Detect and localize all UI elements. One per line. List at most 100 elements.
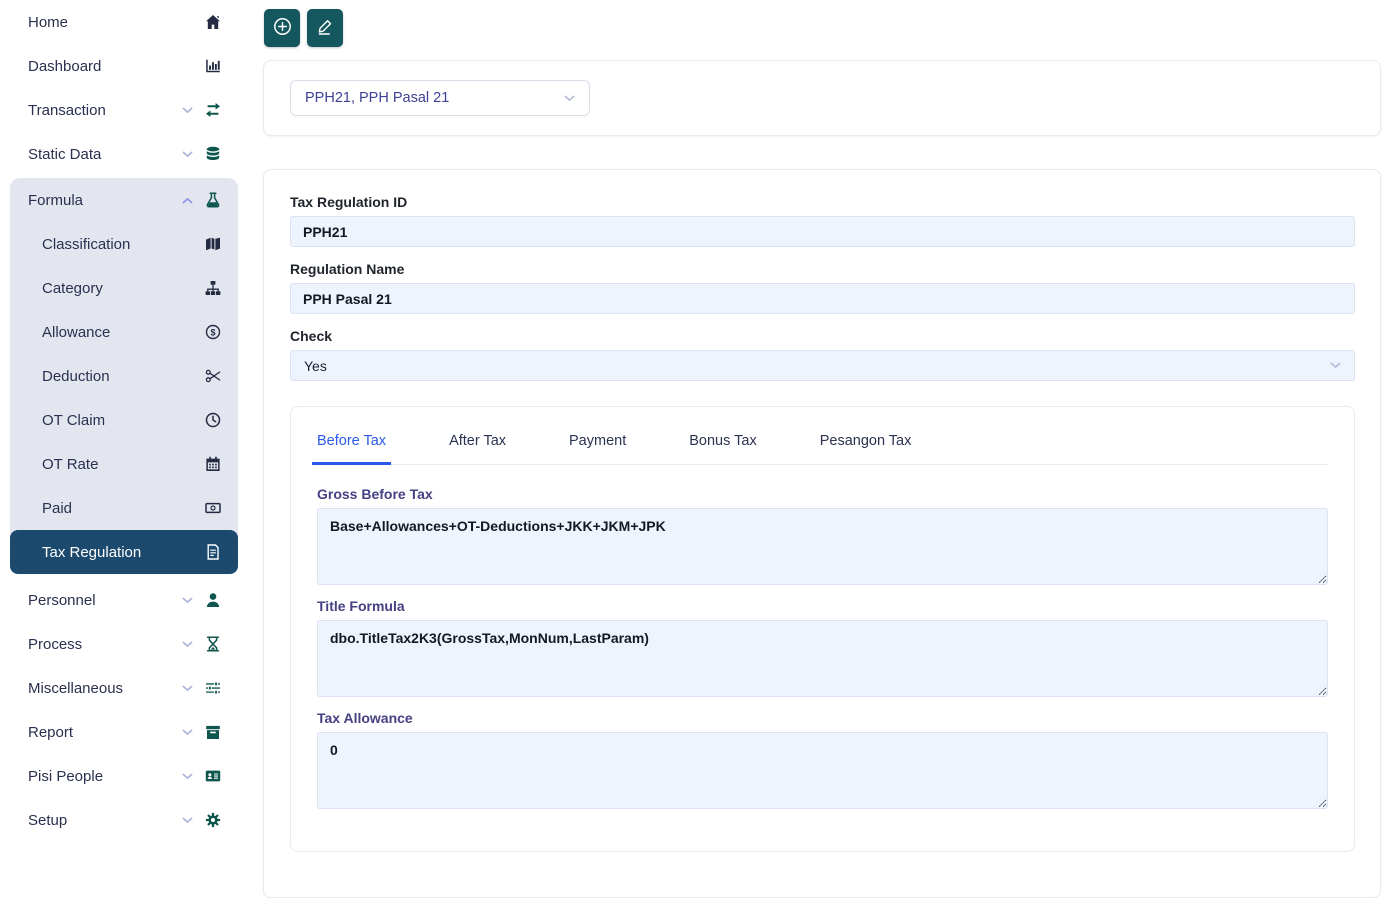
- sidebar-item-miscellaneous[interactable]: Miscellaneous: [0, 666, 247, 710]
- field-group-gross-before-tax: Gross Before Tax Base+Allowances+OT-Dedu…: [317, 486, 1328, 585]
- chevron-down-icon: [181, 773, 193, 780]
- sliders-icon: [204, 680, 221, 697]
- sidebar-item-label: Miscellaneous: [28, 680, 181, 697]
- edit-button[interactable]: [307, 9, 343, 47]
- gear-icon: [204, 812, 221, 829]
- sidebar-item-label: Static Data: [28, 146, 181, 163]
- id-card-icon: [204, 768, 221, 785]
- add-button[interactable]: [264, 9, 300, 47]
- tab-after-tax[interactable]: After Tax: [444, 427, 511, 465]
- sidebar-item-label: OT Claim: [42, 412, 204, 429]
- sidebar-item-deduction[interactable]: Deduction: [10, 354, 238, 398]
- check-select[interactable]: Yes: [290, 350, 1355, 381]
- database-icon: [204, 146, 221, 163]
- chevron-down-icon: [181, 641, 193, 648]
- svg-text:$: $: [210, 327, 215, 337]
- chevron-down-icon: [181, 729, 193, 736]
- plus-circle-icon: [273, 17, 292, 39]
- archive-box-icon: [204, 724, 221, 741]
- sidebar: Home Dashboard Transaction Static Data Form…: [0, 0, 247, 889]
- field-group-tax-allowance: Tax Allowance 0: [317, 710, 1328, 809]
- tax-allowance-textarea[interactable]: 0: [317, 732, 1328, 809]
- home-icon: [204, 14, 221, 31]
- user-icon: [204, 592, 221, 609]
- sidebar-item-label: Paid: [42, 500, 204, 517]
- check-label: Check: [290, 328, 1355, 344]
- tax-allowance-label: Tax Allowance: [317, 710, 1328, 726]
- regulation-name-input[interactable]: [290, 283, 1355, 314]
- sidebar-item-report[interactable]: Report: [0, 710, 247, 754]
- sidebar-item-label: Tax Regulation: [42, 544, 204, 561]
- sidebar-item-process[interactable]: Process: [0, 622, 247, 666]
- tab-bar: Before Tax After Tax Payment Bonus Tax Pesan…: [312, 427, 1328, 465]
- tax-regulation-select[interactable]: PPH21, PPH Pasal 21: [290, 80, 590, 116]
- sidebar-item-label: Pisi People: [28, 768, 181, 785]
- flask-icon: [204, 192, 221, 209]
- sidebar-item-label: Classification: [42, 236, 204, 253]
- title-formula-textarea[interactable]: dbo.TitleTax2K3(GrossTax,MonNum,LastPara…: [317, 620, 1328, 697]
- sidebar-item-paid[interactable]: Paid: [10, 486, 238, 530]
- sidebar-item-personnel[interactable]: Personnel: [0, 578, 247, 622]
- bar-chart-icon: [204, 58, 221, 75]
- title-formula-label: Title Formula: [317, 598, 1328, 614]
- tax-tabs-card: Before Tax After Tax Payment Bonus Tax Pesan…: [290, 406, 1355, 852]
- sidebar-item-home[interactable]: Home: [0, 0, 247, 44]
- sidebar-item-label: Setup: [28, 812, 181, 829]
- field-group-title-formula: Title Formula dbo.TitleTax2K3(GrossTax,M…: [317, 598, 1328, 697]
- toolbar: [264, 9, 1381, 47]
- sidebar-item-label: Category: [42, 280, 204, 297]
- gross-before-tax-label: Gross Before Tax: [317, 486, 1328, 502]
- sidebar-item-label: Dashboard: [28, 58, 204, 75]
- tab-pesangon-tax[interactable]: Pesangon Tax: [815, 427, 917, 465]
- calendar-icon: [204, 456, 221, 473]
- chevron-down-icon: [1330, 362, 1341, 369]
- sidebar-item-transaction[interactable]: Transaction: [0, 88, 247, 132]
- chevron-up-icon: [181, 197, 193, 204]
- chevron-down-icon: [181, 107, 193, 114]
- document-lines-icon: [204, 544, 221, 561]
- tab-before-tax[interactable]: Before Tax: [312, 427, 391, 465]
- sidebar-item-ot-rate[interactable]: OT Rate: [10, 442, 238, 486]
- main-content: PPH21, PPH Pasal 21 Tax Regulation ID Re…: [247, 0, 1390, 889]
- clock-icon: [204, 412, 221, 429]
- sidebar-item-allowance[interactable]: Allowance$: [10, 310, 238, 354]
- tab-payment[interactable]: Payment: [564, 427, 631, 465]
- sidebar-formula-group: Formula Classification Category Allowance$D…: [10, 178, 238, 574]
- chevron-down-icon: [181, 151, 193, 158]
- dollar-circle-icon: $: [204, 324, 221, 341]
- sidebar-item-category[interactable]: Category: [10, 266, 238, 310]
- sidebar-item-pisi-people[interactable]: Pisi People: [0, 754, 247, 798]
- check-select-value: Yes: [304, 358, 327, 374]
- sidebar-bottom-section: Personnel Process Miscellaneous Report Pisi …: [0, 578, 247, 842]
- tab-bonus-tax[interactable]: Bonus Tax: [684, 427, 761, 465]
- sidebar-item-dashboard[interactable]: Dashboard: [0, 44, 247, 88]
- sitemap-icon: [204, 280, 221, 297]
- sidebar-item-tax-regulation[interactable]: Tax Regulation: [10, 530, 238, 574]
- chevron-down-icon: [181, 685, 193, 692]
- scissors-icon: [204, 368, 221, 385]
- transfer-arrows-icon: [204, 102, 221, 119]
- sidebar-item-label: Personnel: [28, 592, 181, 609]
- gross-before-tax-textarea[interactable]: Base+Allowances+OT-Deductions+JKK+JKM+JP…: [317, 508, 1328, 585]
- field-group-tax-regulation-id: Tax Regulation ID: [290, 194, 1355, 247]
- money-bill-icon: [204, 500, 221, 517]
- field-group-check: Check Yes: [290, 328, 1355, 381]
- sidebar-top-section: Home Dashboard Transaction Static Data: [0, 0, 247, 176]
- sidebar-item-label: OT Rate: [42, 456, 204, 473]
- chevron-down-icon: [564, 95, 575, 102]
- map-icon: [204, 236, 221, 253]
- sidebar-item-label: Transaction: [28, 102, 181, 119]
- sidebar-item-formula[interactable]: Formula: [10, 178, 238, 222]
- chevron-down-icon: [181, 597, 193, 604]
- tax-regulation-id-input[interactable]: [290, 216, 1355, 247]
- sidebar-item-static-data[interactable]: Static Data: [0, 132, 247, 176]
- sidebar-item-ot-claim[interactable]: OT Claim: [10, 398, 238, 442]
- sidebar-item-label: Report: [28, 724, 181, 741]
- field-group-regulation-name: Regulation Name: [290, 261, 1355, 314]
- tax-regulation-id-label: Tax Regulation ID: [290, 194, 1355, 210]
- sidebar-item-label: Process: [28, 636, 181, 653]
- sidebar-item-setup[interactable]: Setup: [0, 798, 247, 842]
- chevron-down-icon: [181, 817, 193, 824]
- sidebar-item-label: Home: [28, 14, 204, 31]
- sidebar-item-classification[interactable]: Classification: [10, 222, 238, 266]
